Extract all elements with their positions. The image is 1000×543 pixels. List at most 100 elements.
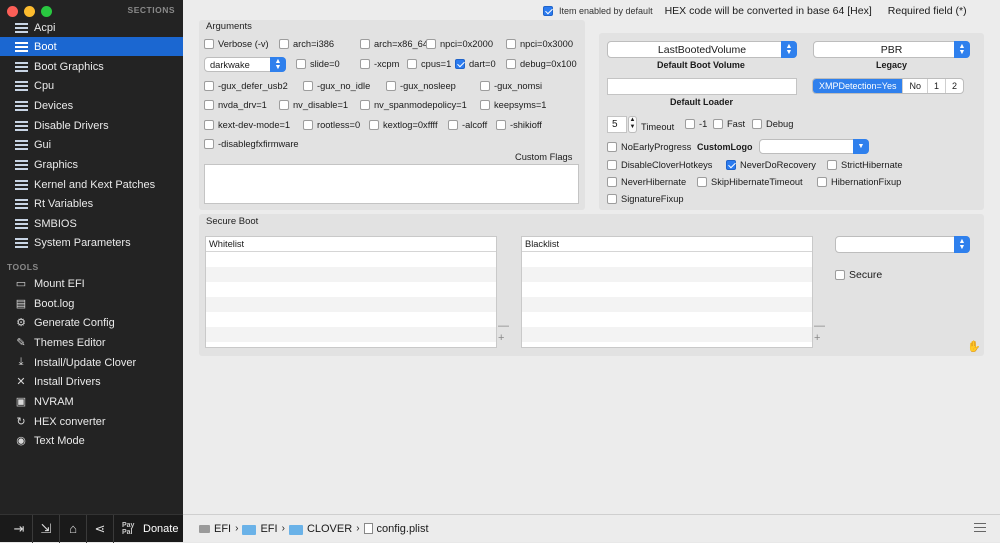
darkwake-select[interactable]: darkwake ▲ ▼ <box>204 57 286 72</box>
whitelist-table[interactable]: Whitelist <box>205 236 497 348</box>
table-row[interactable] <box>206 297 496 312</box>
timeout-minus-one[interactable]: -1 <box>685 119 707 129</box>
sidebar-item-smbios[interactable]: SMBIOS <box>0 214 183 233</box>
minus-icon[interactable]: — <box>814 320 825 332</box>
timeout-stepper[interactable]: ▲ ▼ <box>628 116 637 133</box>
login-icon[interactable]: ⇥ <box>6 514 33 543</box>
tool-nvram[interactable]: ▣ NVRAM <box>0 392 183 411</box>
path-segment[interactable]: config.plist <box>377 523 429 535</box>
arg-nv-disable[interactable]: nv_disable=1 <box>279 100 348 110</box>
default-boot-volume-select[interactable]: LastBootedVolume ▲ ▼ <box>607 41 797 58</box>
plus-icon[interactable]: + <box>814 332 825 344</box>
arg-keepsyms[interactable]: keepsyms=1 <box>480 100 546 110</box>
table-row[interactable] <box>522 327 812 342</box>
arg-npci-2000[interactable]: npci=0x2000 <box>426 39 493 49</box>
xmp-segment-2[interactable]: 2 <box>946 79 963 93</box>
arg-nvda-drv[interactable]: nvda_drv=1 <box>204 100 267 110</box>
signature-fixup-checkbox[interactable]: SignatureFixup <box>607 194 684 204</box>
tool-themes-editor[interactable]: ✎ Themes Editor <box>0 333 183 352</box>
arg-shikioff[interactable]: -shikioff <box>496 120 542 130</box>
path-segment[interactable]: EFI <box>214 523 231 535</box>
table-row[interactable] <box>522 267 812 282</box>
path-segment[interactable]: CLOVER <box>307 523 352 535</box>
secure-checkbox[interactable]: Secure <box>835 269 882 281</box>
sidebar-item-devices[interactable]: Devices <box>0 96 183 115</box>
table-row[interactable] <box>522 312 812 327</box>
arg-gux-nomsi[interactable]: -gux_nomsi <box>480 81 542 91</box>
never-do-recovery-checkbox[interactable]: NeverDoRecovery <box>726 160 816 170</box>
sidebar-item-rt-variables[interactable]: Rt Variables <box>0 194 183 213</box>
table-row[interactable] <box>522 297 812 312</box>
custom-logo-select[interactable]: ▼ <box>759 139 869 154</box>
hibernation-fixup-checkbox[interactable]: HibernationFixup <box>817 177 901 187</box>
arg-verbose[interactable]: Verbose (-v) <box>204 39 269 49</box>
arg-arch-x86-64[interactable]: arch=x86_64 <box>360 39 428 49</box>
xmp-segment-no[interactable]: No <box>903 79 928 93</box>
menu-icon[interactable] <box>974 523 986 532</box>
arg-nv-spanmodepolicy[interactable]: nv_spanmodepolicy=1 <box>360 100 467 110</box>
export-icon[interactable]: ⇲ <box>33 514 60 543</box>
arg-debug[interactable]: debug=0x100 <box>506 59 577 69</box>
table-row[interactable] <box>206 282 496 297</box>
table-row[interactable] <box>522 252 812 267</box>
close-window-button[interactable] <box>7 6 18 17</box>
sidebar-item-kernel-kext-patches[interactable]: Kernel and Kext Patches <box>0 175 183 194</box>
arg-gux-defer-usb2[interactable]: -gux_defer_usb2 <box>204 81 288 91</box>
sidebar-item-graphics[interactable]: Graphics <box>0 155 183 174</box>
table-row[interactable] <box>206 327 496 342</box>
blacklist-table[interactable]: Blacklist <box>521 236 813 348</box>
table-row[interactable] <box>522 282 812 297</box>
timeout-debug[interactable]: Debug <box>752 119 793 129</box>
default-loader-input[interactable] <box>607 78 797 95</box>
home-icon[interactable]: ⌂ <box>60 514 87 543</box>
xmp-detection-segmented[interactable]: XMPDetection=Yes No 1 2 <box>812 78 965 94</box>
timeout-fast[interactable]: Fast <box>713 119 745 129</box>
tool-boot-log[interactable]: ▤ Boot.log <box>0 294 183 313</box>
share-icon[interactable]: ⋖ <box>87 514 114 543</box>
tool-install-drivers[interactable]: ✕ Install Drivers <box>0 372 183 391</box>
table-row[interactable] <box>206 252 496 267</box>
xmp-segment-yes[interactable]: XMPDetection=Yes <box>813 79 904 93</box>
table-row[interactable] <box>206 267 496 282</box>
arg-gux-no-idle[interactable]: -gux_no_idle <box>303 81 370 91</box>
tool-generate-config[interactable]: ⚙ Generate Config <box>0 313 183 332</box>
sidebar-item-cpu[interactable]: Cpu <box>0 76 183 95</box>
timeout-input[interactable]: 5 <box>607 116 627 133</box>
arg-rootless[interactable]: rootless=0 <box>303 120 360 130</box>
arg-kextlog[interactable]: kextlog=0xffff <box>369 120 438 130</box>
arg-disablegfxfirmware[interactable]: -disablegfxfirmware <box>204 139 299 149</box>
donate-button[interactable]: Pay Pal Donate <box>114 522 178 536</box>
arg-alcoff[interactable]: -alcoff <box>448 120 487 130</box>
sidebar-item-disable-drivers[interactable]: Disable Drivers <box>0 116 183 135</box>
arg-slide[interactable]: slide=0 <box>296 59 340 69</box>
tool-install-update-clover[interactable]: ⤓ Install/Update Clover <box>0 353 183 372</box>
minimize-window-button[interactable] <box>24 6 35 17</box>
no-early-progress-checkbox[interactable]: NoEarlyProgress <box>607 142 691 152</box>
minus-icon[interactable]: — <box>498 320 509 332</box>
custom-flags-input[interactable] <box>204 164 579 204</box>
xmp-segment-1[interactable]: 1 <box>928 79 946 93</box>
arg-gux-nosleep[interactable]: -gux_nosleep <box>386 81 456 91</box>
strict-hibernate-checkbox[interactable]: StrictHibernate <box>827 160 903 170</box>
arg-kext-dev-mode[interactable]: kext-dev-mode=1 <box>204 120 290 130</box>
arg-dart[interactable]: dart=0 <box>455 59 496 69</box>
arg-cpus[interactable]: cpus=1 <box>407 59 451 69</box>
legacy-select[interactable]: PBR ▲ ▼ <box>813 41 970 58</box>
sidebar-item-boot-graphics[interactable]: Boot Graphics <box>0 57 183 76</box>
tool-hex-converter[interactable]: ↻ HEX converter <box>0 412 183 431</box>
never-hibernate-checkbox[interactable]: NeverHibernate <box>607 177 686 187</box>
zoom-window-button[interactable] <box>41 6 52 17</box>
sidebar-item-gui[interactable]: Gui <box>0 135 183 154</box>
table-row[interactable] <box>206 312 496 327</box>
hand-icon[interactable]: ✋ <box>967 340 981 353</box>
sidebar-item-system-parameters[interactable]: System Parameters <box>0 233 183 252</box>
skip-hibernate-timeout-checkbox[interactable]: SkipHibernateTimeout <box>697 177 803 187</box>
secure-boot-policy-select[interactable]: ▲ ▼ <box>835 236 970 253</box>
disable-clover-hotkeys-checkbox[interactable]: DisableCloverHotkeys <box>607 160 712 170</box>
tool-text-mode[interactable]: ◉ Text Mode <box>0 431 183 450</box>
tool-mount-efi[interactable]: ▭ Mount EFI <box>0 274 183 293</box>
plus-icon[interactable]: + <box>498 332 509 344</box>
arg-arch-i386[interactable]: arch=i386 <box>279 39 334 49</box>
arg-xcpm[interactable]: -xcpm <box>360 59 399 69</box>
sidebar-item-acpi[interactable]: Acpi <box>0 18 183 37</box>
